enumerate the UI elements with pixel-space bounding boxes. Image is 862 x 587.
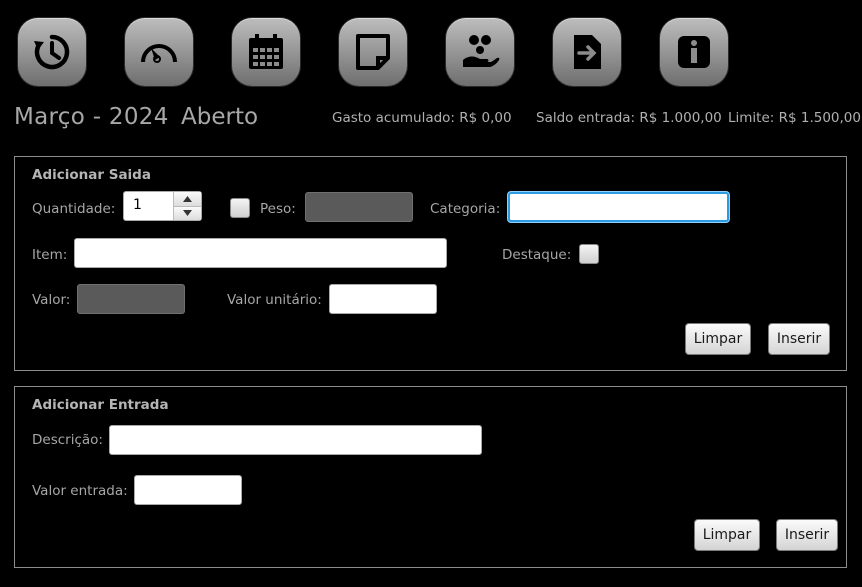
valor-field[interactable] [77,284,185,314]
entrada-inserir-button[interactable]: Inserir [776,519,838,551]
calendar-button[interactable] [232,18,300,86]
info-icon [678,36,710,68]
month-label: Março - 2024 [14,104,169,130]
quantidade-label: Quantidade: [32,201,116,217]
valor-entrada-label: Valor entrada: [32,483,128,499]
status-label: Aberto [181,104,259,130]
chevron-up-icon [183,195,192,202]
note-icon [356,34,390,70]
income-button[interactable] [446,18,514,86]
info-button[interactable] [660,18,728,86]
quantidade-spinner[interactable]: 1 [123,191,202,221]
entrada-panel: Adicionar Entrada Descrição: Valor entra… [14,386,847,568]
history-button[interactable] [18,18,86,86]
dashboard-button[interactable] [125,18,193,86]
descricao-label: Descrição: [32,432,103,448]
saida-panel: Adicionar Saida Quantidade: 1 Peso: Cate… [14,156,847,371]
valor-unitario-field[interactable] [329,284,437,314]
peso-label: Peso: [260,201,296,217]
destaque-checkbox[interactable] [579,244,599,264]
categoria-field[interactable] [508,192,729,222]
spinner-down-button[interactable] [174,205,201,220]
gasto-acumulado: Gasto acumulado: R$ 0,00 [332,110,512,126]
valor-label: Valor: [32,292,71,308]
export-file-icon [574,35,601,69]
entrada-title: Adicionar Entrada [32,397,169,413]
limite: Limite: R$ 1.500,00 [728,110,861,126]
saida-title: Adicionar Saida [32,167,151,183]
history-icon [34,34,70,70]
peso-checkbox[interactable] [230,198,250,218]
gauge-icon [141,44,177,63]
destaque-label: Destaque: [502,247,572,263]
spinner-up-button[interactable] [174,192,201,206]
saida-inserir-button[interactable]: Inserir [768,323,830,355]
calendar-icon [249,34,283,69]
saida-limpar-button[interactable]: Limpar [685,323,751,355]
item-label: Item: [32,247,68,263]
entrada-limpar-button[interactable]: Limpar [694,519,760,551]
notes-button[interactable] [339,18,407,86]
categoria-label: Categoria: [430,201,501,217]
valor-entrada-field[interactable] [134,475,242,505]
export-button[interactable] [553,18,621,86]
money-hand-icon [463,35,500,67]
valor-unitario-label: Valor unitário: [227,292,322,308]
descricao-field[interactable] [109,425,482,455]
item-field[interactable] [74,238,447,268]
saldo-entrada: Saldo entrada: R$ 1.000,00 [536,110,722,126]
chevron-down-icon [183,210,192,217]
quantidade-value[interactable]: 1 [124,192,173,220]
peso-field[interactable] [305,192,413,222]
